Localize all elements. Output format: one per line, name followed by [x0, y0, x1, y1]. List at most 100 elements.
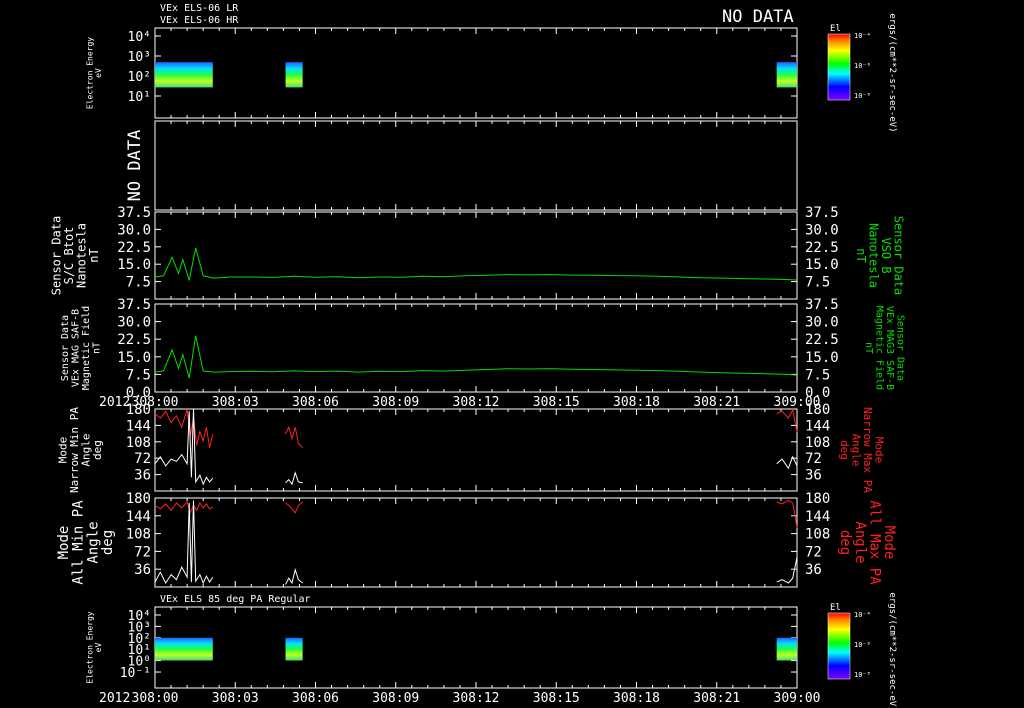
- narrow-pa-panel-right-tick-label: 180: [805, 402, 830, 418]
- btot-panel-tick-label: 37.5: [117, 205, 151, 221]
- x-year-label-bottom: 2012: [99, 691, 130, 706]
- x-tick-label-bottom: 308:21: [693, 691, 740, 706]
- x-tick-label: 308:03: [212, 395, 259, 410]
- all-pa-panel-ylabel-left-line: deg: [100, 530, 116, 555]
- saf-panel-ylabel-left: Sensor Data VEx MAG SAF-B Magnetic Field nT: [60, 306, 103, 390]
- x-tick-label-bottom: 308:06: [292, 691, 339, 706]
- no-data-label: NO DATA: [125, 130, 145, 202]
- energy-spectrogram-top-ylabel-line: eV: [94, 68, 103, 78]
- x-tick-label: 308:15: [533, 395, 580, 410]
- narrow-pa-panel-line: [776, 408, 798, 432]
- btot-panel-tick-label: 15.0: [117, 257, 151, 273]
- energy-spectrogram-bottom-tick-label: 10⁻¹: [120, 666, 151, 681]
- header-no-data: NO DATA: [722, 7, 794, 27]
- saf-panel-tick-label: 7.5: [126, 367, 151, 383]
- x-tick-label: 308:09: [372, 395, 419, 410]
- btot-panel-right-tick-label: 15.0: [805, 257, 839, 273]
- energy-spectrogram-top-colorbar-tick: 10⁻⁶: [854, 62, 871, 70]
- saf-panel-right-tick-label: 30.0: [805, 315, 839, 331]
- all-pa-panel-ylabel-right-line: All Max PA: [866, 500, 882, 585]
- all-pa-panel-right-tick-label: 144: [805, 509, 830, 525]
- all-pa-panel-ylabel-right: ModeAll Max PAAngledeg: [837, 500, 897, 585]
- all-pa-panel-frame: [154, 497, 798, 588]
- all-pa-panel-tick-label: 144: [126, 509, 151, 525]
- energy-spectrogram-top-colorbar-unit: ergs/(cm**2-sr-sec-eV): [887, 13, 897, 132]
- no-data-label-line: NO DATA: [125, 130, 145, 202]
- all-pa-panel-ylabel-left-line: All Min PA: [71, 500, 87, 585]
- saf-panel-ylabel-right-line: Magnetic Field: [873, 306, 884, 390]
- btot-panel-ylabel-right-line: nT: [854, 248, 868, 262]
- narrow-pa-panel-tick-label: 144: [126, 418, 151, 434]
- all-pa-panel-ylabel-left: ModeAll Min PAAngledeg: [56, 500, 116, 585]
- energy-spectrogram-bottom-data-block: [776, 637, 797, 661]
- all-pa-panel-tick-label: 180: [126, 491, 151, 507]
- all-pa-panel-right-tick-label: 108: [805, 527, 830, 543]
- narrow-pa-panel-tick-label: 180: [126, 402, 151, 418]
- btot-panel-right-tick-label: 7.5: [805, 275, 830, 291]
- energy-spectrogram-bottom-colorbar-unit: ergs/(cm**2-sr-sec-eV): [887, 592, 897, 708]
- saf-panel-ylabel-left-line: nT: [91, 342, 102, 354]
- plot-canvas: VEx ELS-06 LR VEx ELS-06 HR NO DATA 10⁴1…: [49, 3, 906, 708]
- all-pa-panel-tick-label: 36: [134, 562, 151, 578]
- energy-spectrogram-top-data-block: [285, 62, 303, 88]
- panel7-title: VEx ELS 85 deg PA Regular: [160, 594, 311, 605]
- x-tick-label: 308:18: [613, 395, 660, 410]
- energy-spectrogram-bottom-ylabel-line: eV: [94, 643, 103, 653]
- narrow-pa-panel-ylabel-right-line: deg: [838, 440, 851, 460]
- energy-spectrogram-top-colorbar-tick: 10⁻⁴: [854, 32, 871, 40]
- saf-panel-right-tick-label: 7.5: [805, 367, 830, 383]
- x-tick-label-bottom: 308:09: [372, 691, 419, 706]
- btot-panel-ylabel-left-line: nT: [87, 248, 101, 262]
- saf-panel-tick-label: 22.5: [117, 332, 151, 348]
- all-pa-panel-line: [285, 501, 304, 514]
- energy-spectrogram-top-tick-label: 10²: [128, 70, 151, 85]
- narrow-pa-panel-tick-label: 72: [134, 451, 151, 467]
- btot-panel-ylabel-right: Sensor DataVSO BNanoteslanT: [854, 216, 906, 295]
- narrow-pa-panel-tick-label: 36: [134, 468, 151, 484]
- all-pa-panel-right-tick-label: 180: [805, 491, 830, 507]
- saf-panel-ylabel-left-line: Sensor Data: [60, 315, 71, 381]
- x-tick-label-bottom: 308:15: [533, 691, 580, 706]
- btot-panel-right-tick-label: 22.5: [805, 240, 839, 256]
- energy-spectrogram-top-frame: [154, 27, 798, 119]
- narrow-pa-panel-right-tick-label: 108: [805, 435, 830, 451]
- narrow-pa-panel-frame: [154, 408, 798, 492]
- narrow-pa-panel-ylabel-right: ModeNarrow Max PAAngledeg: [838, 407, 886, 493]
- energy-spectrogram-bottom-data-block: [155, 637, 213, 661]
- saf-panel-ylabel-left-line: Magnetic Field: [81, 306, 92, 390]
- all-pa-panel-line: [154, 501, 214, 515]
- all-pa-panel-ylabel-left-line: Mode: [56, 526, 72, 560]
- saf-panel-ylabel-right-line: VEx MAG3 SAF-B: [884, 306, 895, 390]
- saf-panel-right-tick-label: 22.5: [805, 332, 839, 348]
- saf-panel-tick-label: 37.5: [117, 297, 151, 313]
- saf-panel-ylabel-left-line: VEx MAG SAF-B: [70, 309, 81, 387]
- narrow-pa-panel-right-tick-label: 72: [805, 451, 822, 467]
- all-pa-panel-right-tick-label: 72: [805, 544, 822, 560]
- energy-spectrogram-top-colorbar-tick: 10⁻⁸: [854, 92, 871, 100]
- btot-panel-tick-label: 7.5: [126, 275, 151, 291]
- energy-spectrogram-top-tick-label: 10³: [128, 50, 151, 65]
- header-line2: VEx ELS-06 HR: [160, 15, 239, 26]
- btot-panel-line: [154, 247, 798, 281]
- all-pa-panel-right-tick-label: 36: [805, 562, 822, 578]
- narrow-pa-panel-line: [285, 471, 303, 486]
- all-pa-panel-ylabel-left-line: Angle: [85, 521, 101, 563]
- saf-panel-ylabel-right-line: Sensor Data: [894, 315, 905, 381]
- energy-spectrogram-bottom-colorbar-tick: 10⁻⁶: [854, 641, 871, 649]
- narrow-pa-panel-line: [776, 455, 798, 470]
- header-line1: VEx ELS-06 LR: [160, 3, 239, 14]
- x-tick-label: 308:21: [693, 395, 740, 410]
- no-data-frame: [154, 120, 798, 211]
- x-tick-label-bottom: 308:12: [453, 691, 500, 706]
- energy-spectrogram-bottom-colorbar-tick: 10⁻⁸: [854, 671, 871, 679]
- saf-panel-ylabel-right-line: nT: [863, 342, 874, 354]
- energy-spectrogram-bottom-colorbar-tick: 10⁻⁴: [854, 611, 871, 619]
- saf-panel-frame: [154, 303, 798, 393]
- narrow-pa-panel-ylabel-left: ModeNarrow Min PAAngledeg: [57, 407, 105, 493]
- all-pa-panel-line: [776, 557, 798, 584]
- narrow-pa-panel-right-tick-label: 36: [805, 468, 822, 484]
- energy-spectrogram-bottom-ylabel: Electron Energy eV: [86, 611, 103, 683]
- x-tick-label-bottom: 308:18: [613, 691, 660, 706]
- x-tick-label-bottom: 308:00: [132, 691, 179, 706]
- btot-panel-ylabel-left: Sensor DataS/C BtotNanoteslanT: [49, 216, 101, 295]
